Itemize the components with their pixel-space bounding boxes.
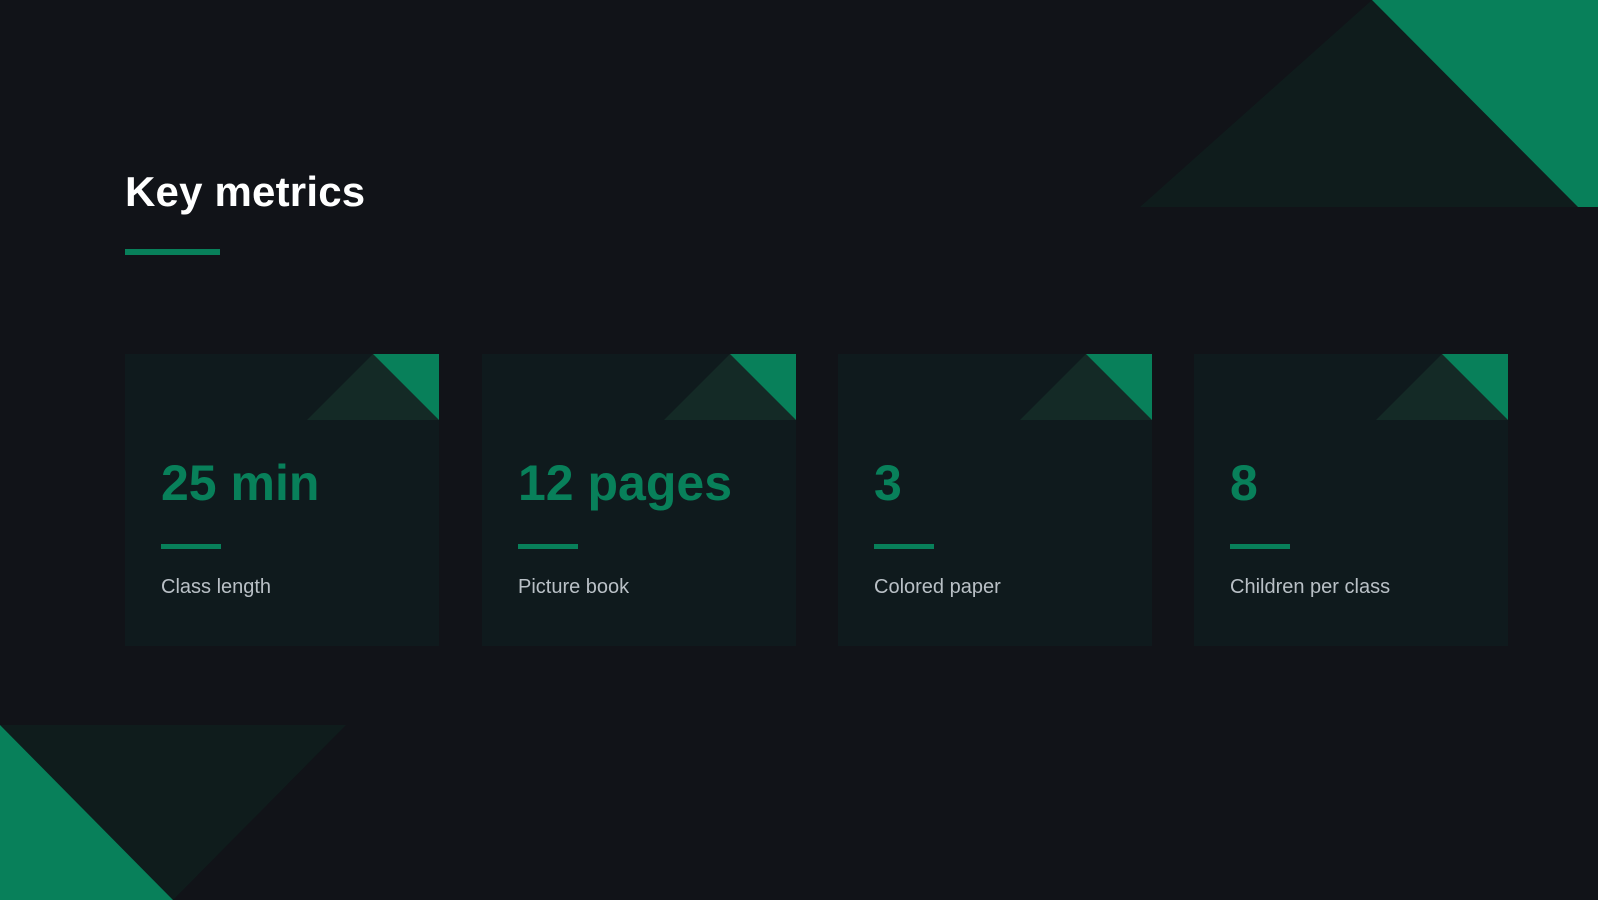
- metric-value: 25 min: [161, 455, 320, 511]
- top-right-decoration: [1140, 0, 1598, 207]
- metric-value: 8: [1230, 455, 1258, 511]
- metric-card-children-per-class: 8 Children per class: [1194, 354, 1508, 646]
- metric-divider: [161, 544, 221, 549]
- metric-value: 12 pages: [518, 455, 733, 511]
- metric-label: Children per class: [1230, 576, 1391, 598]
- metric-label: Class length: [161, 576, 272, 598]
- title-underline: [125, 249, 220, 255]
- metric-label: Picture book: [518, 576, 630, 598]
- page-title: Key metrics: [125, 168, 366, 215]
- card-corner-decoration: [1020, 354, 1152, 420]
- metric-card-class-length: 25 min Class length: [125, 354, 439, 646]
- bottom-left-decoration: [0, 725, 346, 900]
- card-corner-decoration: [307, 354, 439, 420]
- metric-divider: [518, 544, 578, 549]
- metric-divider: [1230, 544, 1290, 549]
- card-corner-decoration: [1376, 354, 1508, 420]
- metric-card-picture-book: 12 pages Picture book: [482, 354, 796, 646]
- metric-card-colored-paper: 3 Colored paper: [838, 354, 1152, 646]
- card-corner-decoration: [664, 354, 796, 420]
- metric-label: Colored paper: [874, 576, 1001, 598]
- metric-value: 3: [874, 455, 902, 511]
- metric-divider: [874, 544, 934, 549]
- slide: Key metrics 25 min Class length 12 pages…: [0, 0, 1598, 900]
